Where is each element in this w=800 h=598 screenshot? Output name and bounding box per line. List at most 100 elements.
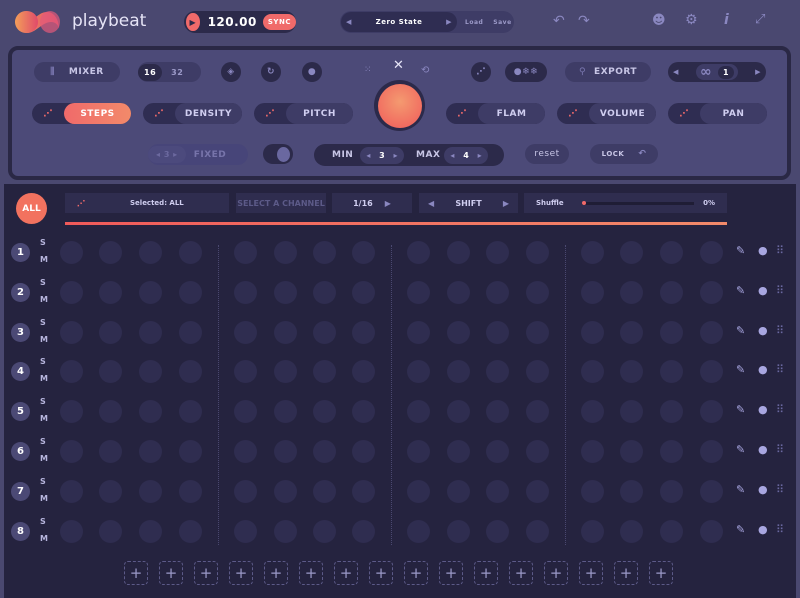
step-cell[interactable] — [352, 280, 375, 304]
step-cell[interactable] — [407, 479, 430, 503]
param-steps[interactable]: ⋰ STEPS — [32, 103, 131, 124]
mute-button[interactable]: M — [40, 454, 48, 463]
step-cell[interactable] — [581, 479, 604, 503]
drag-handle-icon[interactable]: ⠿ — [776, 523, 784, 536]
channel-number[interactable]: 2 — [11, 282, 30, 302]
lock-icon[interactable]: ● — [758, 403, 768, 416]
step-cell[interactable] — [313, 479, 336, 503]
prev-preset-icon[interactable]: ◀ — [346, 18, 352, 26]
redo-icon[interactable]: ↷ — [578, 13, 590, 29]
step-cell[interactable] — [526, 519, 549, 543]
mute-button[interactable]: M — [40, 255, 48, 264]
sync-button[interactable]: SYNC — [262, 14, 296, 30]
dot-mode-button[interactable]: ●❄❄ — [505, 62, 547, 82]
step-cell[interactable] — [99, 241, 122, 264]
step-cell[interactable] — [139, 519, 162, 543]
add-channel-button[interactable]: + — [649, 561, 673, 585]
info-icon[interactable]: i — [724, 12, 729, 28]
step-cell[interactable] — [447, 519, 470, 543]
eraser-icon[interactable]: ✎ — [736, 244, 745, 257]
load-button[interactable]: Load — [465, 19, 483, 26]
param-volume[interactable]: ⋰ VOLUME — [557, 103, 656, 124]
step-cell[interactable] — [620, 519, 643, 543]
tempo-value[interactable]: 120.00 — [208, 15, 257, 29]
step-cell[interactable] — [660, 479, 683, 503]
step-cell[interactable] — [234, 479, 257, 503]
step-cell[interactable] — [660, 440, 683, 463]
step-cell[interactable] — [179, 440, 202, 463]
step-cell[interactable] — [407, 320, 430, 344]
lock-icon[interactable]: ● — [758, 324, 768, 337]
mute-button[interactable]: M — [40, 335, 48, 344]
play-button[interactable]: ▶ — [186, 13, 200, 31]
mute-button[interactable]: M — [40, 534, 48, 543]
add-channel-button[interactable]: + — [509, 561, 533, 585]
add-channel-button[interactable]: + — [124, 561, 148, 585]
step-cell[interactable] — [581, 320, 604, 344]
save-button[interactable]: Save — [493, 19, 511, 26]
step-cell[interactable] — [352, 241, 375, 264]
step-cell[interactable] — [407, 519, 430, 543]
step-cell[interactable] — [700, 479, 723, 503]
shift-left-icon[interactable]: ◀ — [428, 199, 434, 208]
step-cell[interactable] — [486, 320, 509, 344]
steps-32-button[interactable]: 32 — [171, 68, 183, 77]
eraser-icon[interactable]: ✎ — [736, 483, 745, 496]
step-cell[interactable] — [660, 320, 683, 344]
step-cell[interactable] — [660, 280, 683, 304]
step-cell[interactable] — [139, 440, 162, 463]
step-cell[interactable] — [526, 320, 549, 344]
step-cell[interactable] — [313, 440, 336, 463]
step-cell[interactable] — [99, 519, 122, 543]
step-cell[interactable] — [700, 320, 723, 344]
step-cell[interactable] — [352, 320, 375, 344]
channel-number[interactable]: 7 — [11, 481, 30, 501]
solo-button[interactable]: S — [40, 477, 46, 486]
eraser-icon[interactable]: ✎ — [736, 403, 745, 416]
step-cell[interactable] — [139, 320, 162, 344]
step-cell[interactable] — [700, 519, 723, 543]
solo-button[interactable]: S — [40, 238, 46, 247]
reset-cycle-button[interactable]: ↻ — [261, 62, 281, 82]
step-cell[interactable] — [60, 241, 83, 264]
lock-icon[interactable]: ● — [758, 244, 768, 257]
step-cell[interactable] — [234, 519, 257, 543]
step-cell[interactable] — [99, 440, 122, 463]
param-pitch[interactable]: ⋰ PITCH — [254, 103, 353, 124]
step-cell[interactable] — [60, 320, 83, 344]
step-cell[interactable] — [60, 479, 83, 503]
channel-number[interactable]: 1 — [11, 243, 30, 262]
solo-button[interactable]: S — [40, 318, 46, 327]
add-channel-button[interactable]: + — [579, 561, 603, 585]
drag-handle-icon[interactable]: ⠿ — [776, 403, 784, 416]
step-cell[interactable] — [352, 440, 375, 463]
randomize-button[interactable]: ◈ — [221, 62, 241, 82]
fixed-stepper[interactable]: ◂ 3 ▸ — [148, 146, 186, 163]
step-cell[interactable] — [179, 519, 202, 543]
mixer-button[interactable]: ⫼ MIXER — [34, 62, 120, 82]
step-cell[interactable] — [447, 320, 470, 344]
lock-icon[interactable]: ● — [758, 523, 768, 536]
step-cell[interactable] — [274, 440, 297, 463]
eraser-icon[interactable]: ✎ — [736, 443, 745, 456]
step-cell[interactable] — [660, 241, 683, 264]
fixed-toggle[interactable] — [263, 144, 293, 164]
next-preset-icon[interactable]: ▶ — [446, 18, 452, 26]
add-channel-button[interactable]: + — [439, 561, 463, 585]
step-cell[interactable] — [234, 320, 257, 344]
step-cell[interactable] — [526, 440, 549, 463]
lock-icon[interactable]: ● — [758, 443, 768, 456]
step-cell[interactable] — [581, 280, 604, 304]
step-cell[interactable] — [620, 320, 643, 344]
step-cell[interactable] — [60, 519, 83, 543]
lock-toggle-button[interactable]: ● — [302, 62, 322, 82]
max-stepper[interactable]: ◂ 4 ▸ — [444, 146, 489, 164]
eraser-icon[interactable]: ✎ — [736, 284, 745, 297]
step-cell[interactable] — [99, 479, 122, 503]
step-cell[interactable] — [486, 440, 509, 463]
solo-button[interactable]: S — [40, 357, 46, 366]
eraser-icon[interactable]: ✎ — [736, 324, 745, 337]
solo-button[interactable]: S — [40, 397, 46, 406]
loop-prev-icon[interactable]: ◀ — [673, 68, 679, 76]
step-cell[interactable] — [700, 280, 723, 304]
